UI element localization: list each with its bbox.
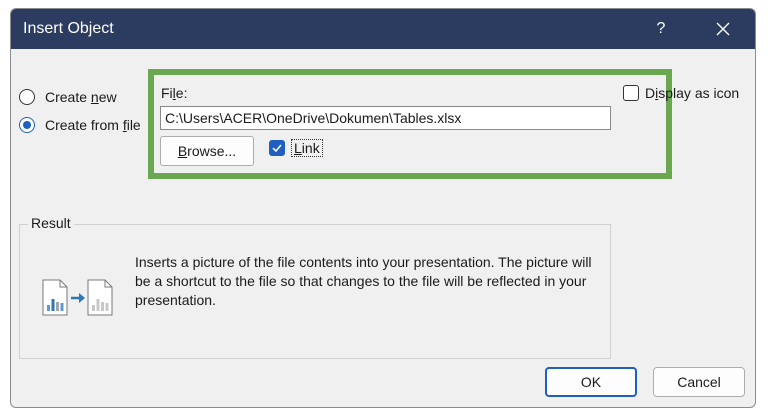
create-new-label: Create new [45,89,117,105]
title-bar: Insert Object ? [11,9,755,49]
close-button[interactable] [701,9,745,49]
close-icon [716,22,730,36]
insert-object-dialog: Insert Object ? Create new Create from f… [10,8,756,408]
browse-button[interactable]: Browse... [160,136,254,166]
create-from-file-option[interactable]: Create from file [19,114,141,136]
create-from-file-label: Create from file [45,117,141,133]
create-new-option[interactable]: Create new [19,86,117,108]
dialog-title: Insert Object [23,20,114,37]
display-as-icon-checkbox[interactable] [623,85,639,101]
chart-file-icon [87,279,113,316]
ok-button[interactable]: OK [545,367,637,397]
link-checkbox[interactable] [269,140,285,156]
result-legend: Result [28,215,74,231]
radio-selected-dot [23,121,31,129]
file-label: File: [161,85,188,101]
file-path-input[interactable]: C:\Users\ACER\OneDrive\Dokumen\Tables.xl… [160,106,611,130]
create-new-radio[interactable] [19,89,35,105]
display-as-icon-option[interactable]: Display as icon [623,82,739,104]
link-checkbox-row[interactable]: Link [269,137,323,159]
arrow-right-icon [71,293,85,303]
checkmark-icon [272,144,282,153]
result-group: Result Inserts a picture of the file con… [19,215,611,359]
link-label: Link [291,139,323,157]
chart-file-icon [42,279,68,316]
create-from-file-radio[interactable] [19,117,35,133]
result-illustration [42,279,113,316]
display-as-icon-label: Display as icon [645,85,740,101]
cancel-button[interactable]: Cancel [653,367,745,397]
result-description: Inserts a picture of the file contents i… [135,254,592,308]
help-button[interactable]: ? [641,9,681,49]
